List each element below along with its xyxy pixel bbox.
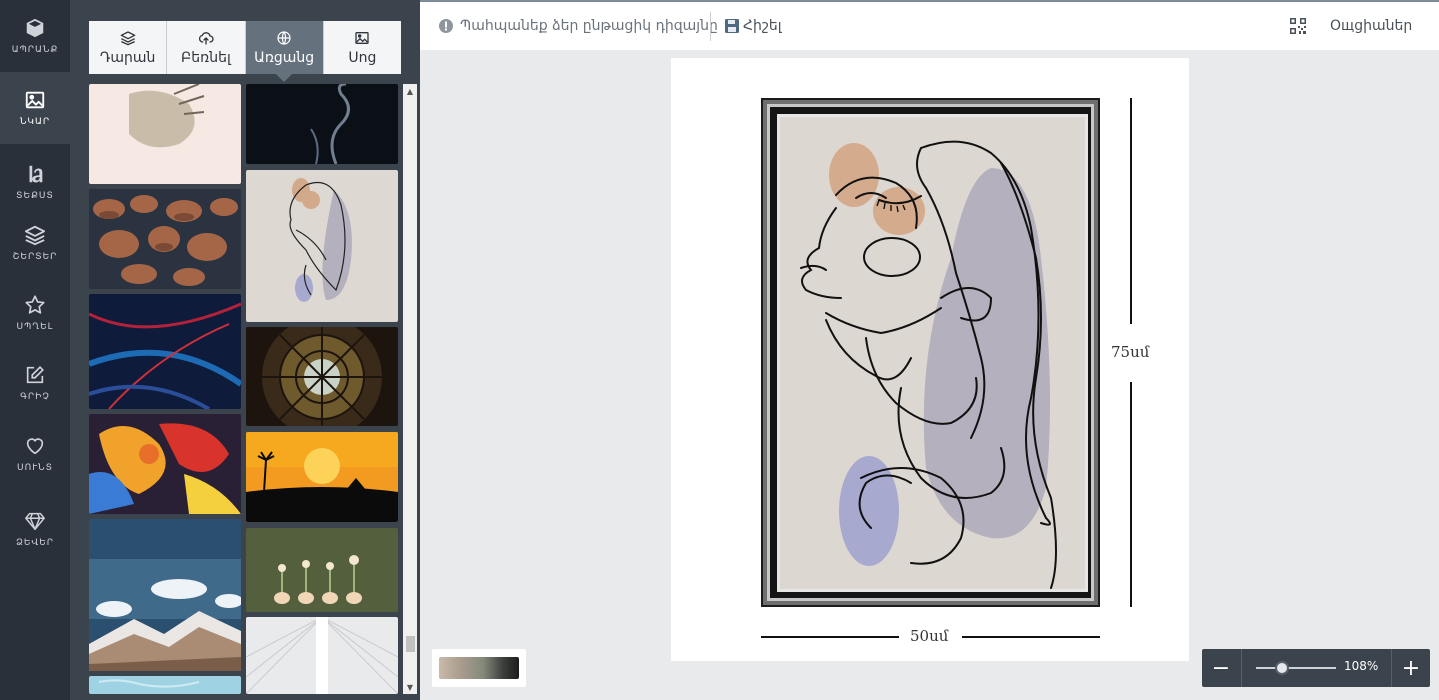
- rail-item-shapes[interactable]: ՁԵՎԵՐ: [0, 493, 70, 565]
- zoom-percentage: 108%: [1344, 659, 1379, 673]
- gallery-thumb-architecture[interactable]: [246, 617, 398, 694]
- app-root: ԱՊՐԱՆՔ ՆԿԱՐ ՏԵՔՍՏ ՇԵՐՏԵՐ ՍՊՂԵԼ ԳՐԻՉ ՍՈՒՆ…: [0, 0, 1439, 700]
- tab-upload[interactable]: Բեռնել: [167, 21, 246, 74]
- cube-icon: [26, 18, 44, 38]
- zoom-in-button[interactable]: +: [1392, 649, 1430, 687]
- rail-item-product[interactable]: ԱՊՐԱՆՔ: [0, 0, 70, 72]
- scroll-up-icon[interactable]: ▲: [403, 84, 417, 98]
- image-gallery: [89, 84, 401, 694]
- diamond-icon: [25, 512, 45, 530]
- rail-item-layers[interactable]: ՇԵՐՏԵՐ: [0, 207, 70, 279]
- left-rail: ԱՊՐԱՆՔ ՆԿԱՐ ՏԵՔՍՏ ՇԵՐՏԵՐ ՍՊՂԵԼ ԳՐԻՉ ՍՈՒՆ…: [0, 0, 70, 700]
- remember-button[interactable]: Հիշել: [725, 2, 782, 50]
- qr-code-icon: [1290, 18, 1306, 34]
- image-panel: Դարան Բեռնել Առցանց Սոց ▲ ▼: [70, 0, 420, 700]
- zoom-slider-track[interactable]: [1256, 667, 1336, 669]
- gallery-thumb-paint-splash[interactable]: [89, 414, 241, 514]
- toolbar-divider: [710, 12, 711, 41]
- gallery-scrollbar[interactable]: ▲ ▼: [403, 84, 417, 694]
- scroll-down-icon[interactable]: ▼: [403, 680, 417, 694]
- qr-code-button[interactable]: [1290, 2, 1306, 50]
- tab-label: Սոց: [348, 49, 377, 66]
- gallery-thumb-flowers[interactable]: [246, 528, 398, 612]
- tab-social[interactable]: Սոց: [323, 21, 401, 74]
- layers-icon: [24, 225, 46, 246]
- tab-label: Առցանց: [254, 49, 315, 66]
- width-dimension-label: 50սմ: [910, 627, 949, 645]
- save-design-label: Պահպանեք ձեր ընթացիկ դիզայնը: [460, 18, 718, 34]
- globe-icon: [277, 30, 291, 45]
- gallery-thumb-abstract-blue[interactable]: [89, 294, 241, 409]
- rail-item-love[interactable]: ՍՈՒՆՏ: [0, 418, 70, 490]
- gallery-thumb-shoe[interactable]: [89, 84, 241, 184]
- rail-label: ԱՊՐԱՆՔ: [11, 45, 59, 55]
- tab-label: Բեռնել: [181, 49, 231, 66]
- rail-label: ՆԿԱՐ: [19, 117, 51, 127]
- image-icon: [25, 91, 45, 109]
- gallery-thumb-water[interactable]: [89, 676, 241, 694]
- tab-label: Դարան: [99, 49, 156, 66]
- options-label: Ощցիաներ: [1330, 18, 1413, 34]
- text-icon: [29, 165, 43, 183]
- star-icon: [25, 295, 45, 314]
- remember-label: Հիշել: [743, 18, 782, 34]
- rail-label: ՇԵՐՏԵՐ: [12, 252, 58, 262]
- rail-item-draw[interactable]: ԳՐԻՉ: [0, 347, 70, 419]
- tab-online[interactable]: Առցանց: [245, 21, 324, 82]
- gallery-thumb-sunset[interactable]: [246, 432, 398, 522]
- color-swatch[interactable]: [439, 657, 519, 679]
- rail-label: ԳՐԻՉ: [20, 392, 50, 402]
- save-design-button[interactable]: Պահպանեք ձեր ընթացիկ դիզայնը: [438, 2, 718, 50]
- zoom-divider: [1241, 649, 1242, 687]
- image-icon: [355, 31, 370, 44]
- zoom-control: − 108% +: [1202, 649, 1430, 687]
- rail-label: ՏԵՔՍՏ: [16, 191, 54, 201]
- top-toolbar: Պահպանեք ձեր ընթացիկ դիզայնը Հիշել Ощցիա…: [420, 0, 1439, 50]
- scroll-thumb[interactable]: [406, 636, 415, 652]
- design-canvas[interactable]: 75սմ 50սմ: [671, 58, 1189, 661]
- zoom-slider-handle[interactable]: [1275, 661, 1289, 675]
- gallery-thumb-pottery[interactable]: [89, 189, 241, 289]
- cloud-upload-icon: [198, 31, 214, 45]
- rail-item-image[interactable]: ՆԿԱՐ: [0, 72, 70, 144]
- height-dimension-label: 75սմ: [1111, 343, 1150, 361]
- options-button[interactable]: Ощցիաներ: [1330, 2, 1412, 50]
- gallery-thumb-stained-glass[interactable]: [246, 327, 398, 426]
- panel-tabs: Դարան Բեռնել Առցանց Սոց: [89, 21, 401, 82]
- rail-label: ՍՊՂԵԼ: [16, 322, 54, 332]
- gallery-thumb-mountains[interactable]: [89, 519, 241, 671]
- background-color-picker[interactable]: [432, 649, 526, 687]
- tab-library[interactable]: Դարան: [89, 21, 168, 74]
- rail-item-favorites[interactable]: ՍՊՂԵԼ: [0, 277, 70, 349]
- zoom-out-button[interactable]: −: [1202, 649, 1240, 687]
- rail-label: ՍՈՒՆՏ: [17, 463, 53, 473]
- gallery-thumb-smoke[interactable]: [246, 84, 398, 164]
- heart-icon: [26, 438, 44, 455]
- edit-icon: [26, 366, 44, 384]
- rail-label: ՁԵՎԵՐ: [15, 538, 55, 548]
- info-icon: [439, 19, 453, 33]
- layers-icon: [120, 30, 135, 45]
- gallery-thumb-line-art[interactable]: [246, 170, 398, 322]
- floppy-disk-icon: [725, 19, 739, 33]
